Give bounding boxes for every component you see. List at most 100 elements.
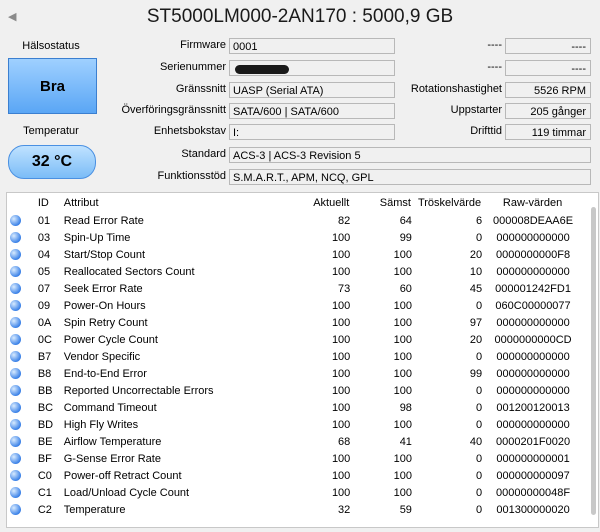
attribute-name: Load/Unload Cycle Count bbox=[63, 486, 190, 499]
current-value: 82 bbox=[338, 214, 351, 227]
status-dot-icon-cell bbox=[7, 365, 35, 382]
table-row[interactable]: BF G-Sense Error Rate 100 100 0 000000000001 bbox=[7, 450, 581, 467]
table-row[interactable]: 01 Read Error Rate 82 64 6 000008DEAA6E bbox=[7, 212, 581, 229]
threshold-value: 0 bbox=[475, 350, 483, 363]
current-value: 32 bbox=[338, 503, 351, 516]
attribute-id: B7 bbox=[37, 350, 52, 363]
attribute-id: BE bbox=[37, 435, 53, 448]
worst-value: 100 bbox=[393, 418, 412, 431]
worst-value: 100 bbox=[393, 316, 412, 329]
column-header-raw-values[interactable]: Raw-värden bbox=[485, 193, 581, 212]
worst-value: 100 bbox=[393, 299, 412, 312]
column-header-worst[interactable]: Sämst bbox=[353, 193, 415, 212]
attribute-id: B8 bbox=[37, 367, 52, 380]
drive-letter-value: I: bbox=[229, 124, 395, 140]
blank-value-1: ---- bbox=[505, 38, 591, 54]
current-value: 100 bbox=[331, 452, 351, 465]
attribute-id: C1 bbox=[37, 486, 52, 499]
worst-value: 60 bbox=[399, 282, 412, 295]
table-row[interactable]: 0A Spin Retry Count 100 100 97 000000000000 bbox=[7, 314, 581, 331]
redacted-serial-mark bbox=[235, 64, 289, 74]
power-on-hours-label: Drifttid bbox=[470, 125, 502, 137]
threshold-value: 0 bbox=[475, 401, 483, 414]
threshold-value: 0 bbox=[475, 503, 483, 516]
threshold-value: 0 bbox=[475, 486, 483, 499]
raw-value: 000000000000 bbox=[496, 384, 570, 397]
smart-attribute-table[interactable]: ID Attribut Aktuellt Sämst Tröskelvärde … bbox=[6, 192, 599, 528]
attribute-name: Spin-Up Time bbox=[63, 231, 131, 244]
status-dot-icon bbox=[10, 215, 21, 227]
attribute-name: Command Timeout bbox=[63, 401, 157, 414]
firmware-label: Firmware bbox=[180, 39, 226, 51]
status-dot-icon-cell bbox=[7, 399, 35, 416]
raw-value: 000000000000 bbox=[496, 231, 570, 244]
status-dot-icon-cell bbox=[7, 246, 35, 263]
current-value: 73 bbox=[338, 282, 351, 295]
table-row[interactable]: 05 Reallocated Sectors Count 100 100 10 00000… bbox=[7, 263, 581, 280]
current-value: 100 bbox=[331, 401, 351, 414]
temperature-badge[interactable]: 32 °C bbox=[8, 145, 96, 179]
worst-value: 100 bbox=[393, 452, 412, 465]
table-row[interactable]: 03 Spin-Up Time 100 99 0 000000000000 bbox=[7, 229, 581, 246]
firmware-value: 0001 bbox=[229, 38, 395, 54]
raw-value: 000000000000 bbox=[496, 316, 570, 329]
status-dot-icon-cell bbox=[7, 263, 35, 280]
table-row[interactable]: C1 Load/Unload Cycle Count 100 100 0 00000000… bbox=[7, 484, 581, 501]
temperature-label: Temperatur bbox=[23, 125, 79, 137]
table-row[interactable]: BC Command Timeout 100 98 0 001200120013 bbox=[7, 399, 581, 416]
current-value: 100 bbox=[331, 231, 351, 244]
table-row[interactable]: 0C Power Cycle Count 100 100 20 0000000000CD bbox=[7, 331, 581, 348]
attribute-name: Power-On Hours bbox=[63, 299, 146, 312]
table-row[interactable]: C0 Power-off Retract Count 100 100 0 00000000… bbox=[7, 467, 581, 484]
table-row[interactable]: BB Reported Uncorrectable Errors 100 100 0 00… bbox=[7, 382, 581, 399]
worst-value: 100 bbox=[393, 469, 412, 482]
blank-label-2: ---- bbox=[487, 61, 502, 73]
threshold-value: 10 bbox=[469, 265, 483, 278]
status-dot-icon-cell bbox=[7, 297, 35, 314]
status-dot-icon bbox=[10, 385, 21, 397]
status-dot-icon-cell bbox=[7, 450, 35, 467]
status-dot-icon bbox=[10, 487, 21, 499]
table-row[interactable]: 04 Start/Stop Count 100 100 20 0000000000F8 bbox=[7, 246, 581, 263]
health-status-badge[interactable]: Bra bbox=[8, 58, 97, 114]
current-value: 100 bbox=[331, 384, 351, 397]
worst-value: 99 bbox=[399, 231, 412, 244]
table-row[interactable]: BD High Fly Writes 100 100 0 000000000000 bbox=[7, 416, 581, 433]
attribute-name: Power-off Retract Count bbox=[63, 469, 182, 482]
attribute-name: Spin Retry Count bbox=[63, 316, 148, 329]
interface-label: Gränssnitt bbox=[175, 83, 226, 95]
status-dot-icon-cell bbox=[7, 501, 35, 518]
column-header-id[interactable]: ID bbox=[35, 193, 61, 212]
table-row[interactable]: 09 Power-On Hours 100 100 0 060C00000077 bbox=[7, 297, 581, 314]
raw-value: 000000000001 bbox=[496, 452, 570, 465]
column-header-current[interactable]: Aktuellt bbox=[290, 193, 354, 212]
threshold-value: 20 bbox=[469, 248, 483, 261]
column-header-attribute[interactable]: Attribut bbox=[61, 193, 290, 212]
drive-letter-label: Enhetsbokstav bbox=[153, 125, 226, 137]
worst-value: 100 bbox=[393, 350, 412, 363]
column-header-status[interactable] bbox=[7, 193, 35, 212]
status-dot-icon-cell bbox=[7, 484, 35, 501]
table-row[interactable]: B7 Vendor Specific 100 100 0 000000000000 bbox=[7, 348, 581, 365]
table-row[interactable]: BE Airflow Temperature 68 41 40 0000201F0020 bbox=[7, 433, 581, 450]
status-dot-icon bbox=[10, 453, 21, 465]
threshold-value: 45 bbox=[469, 282, 483, 295]
status-dot-icon bbox=[10, 504, 21, 516]
column-header-threshold[interactable]: Tröskelvärde bbox=[415, 193, 485, 212]
attribute-name: High Fly Writes bbox=[63, 418, 139, 431]
status-dot-icon bbox=[10, 470, 21, 482]
threshold-value: 0 bbox=[475, 231, 483, 244]
attribute-id: 04 bbox=[37, 248, 51, 261]
blank-value-2: ---- bbox=[505, 60, 591, 76]
status-dot-icon bbox=[10, 317, 21, 329]
table-row[interactable]: 07 Seek Error Rate 73 60 45 000001242FD1 bbox=[7, 280, 581, 297]
current-value: 100 bbox=[331, 350, 351, 363]
status-dot-icon-cell bbox=[7, 212, 35, 229]
status-dot-icon-cell bbox=[7, 280, 35, 297]
table-row[interactable]: C2 Temperature 32 59 0 001300000020 bbox=[7, 501, 581, 518]
table-scrollbar[interactable] bbox=[591, 207, 596, 515]
attribute-id: BF bbox=[37, 452, 52, 465]
attribute-id: 07 bbox=[37, 282, 51, 295]
table-row[interactable]: B8 End-to-End Error 100 100 99 000000000000 bbox=[7, 365, 581, 382]
standard-label: Standard bbox=[181, 148, 226, 160]
